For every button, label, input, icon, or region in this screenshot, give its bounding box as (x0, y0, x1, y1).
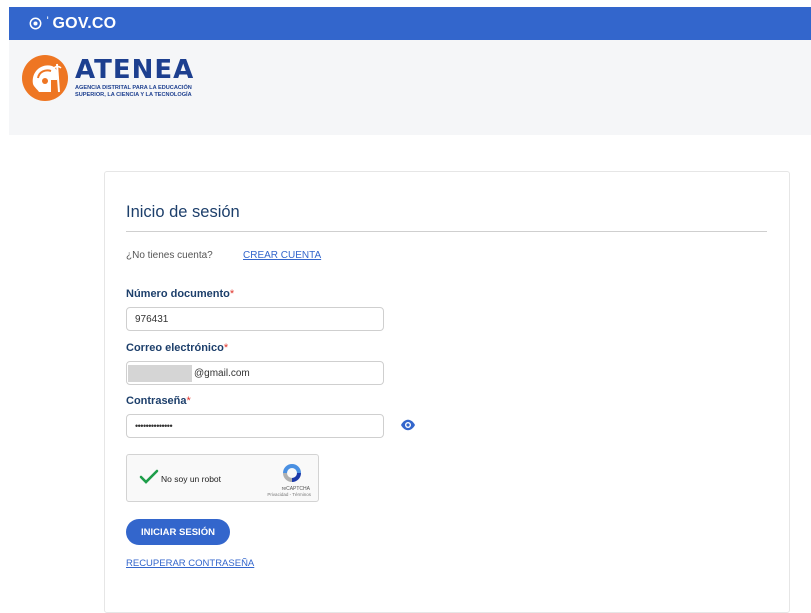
password-value: •••••••••••••• (135, 421, 173, 431)
brand-subtitle-line2: Superior, la Ciencia y la Tecnología (75, 92, 192, 98)
redacted-block (128, 364, 192, 382)
gov-separator: ˈ (45, 14, 51, 32)
required-mark: * (229, 288, 235, 300)
email-value: @gmail.com (194, 367, 250, 379)
document-input[interactable]: 976431 (126, 307, 384, 331)
atenea-helmet-icon (22, 55, 68, 101)
document-value: 976431 (135, 313, 169, 325)
email-label: Correo electrónico* (126, 342, 228, 354)
gov-co-text: GOV.CO (52, 14, 117, 32)
email-label-text: Correo electrónico (126, 342, 224, 354)
page-left-margin (0, 0, 9, 597)
password-label: Contraseña* (126, 395, 191, 407)
page-title: Inicio de sesión (126, 203, 240, 221)
recaptcha-logo-icon (283, 464, 301, 482)
required-mark: * (223, 342, 229, 354)
password-input[interactable]: •••••••••••••• (126, 414, 384, 438)
recaptcha-widget[interactable]: No soy un robot reCAPTCHA Privacidad - T… (126, 454, 319, 502)
atenea-logo[interactable]: ATENEA Agencia Distrital para la Educaci… (21, 54, 194, 102)
captcha-label: No soy un robot (161, 474, 222, 484)
checkmark-icon[interactable] (139, 469, 159, 485)
document-label-text: Número documento (126, 288, 230, 300)
create-account-link[interactable]: CREAR CUENTA (243, 250, 321, 261)
show-password-eye-icon[interactable] (400, 419, 416, 431)
login-card: Inicio de sesión ¿No tienes cuenta? CREA… (104, 171, 790, 613)
no-account-text: ¿No tienes cuenta? (126, 250, 213, 261)
login-button[interactable]: INICIAR SESIÓN (126, 519, 230, 545)
password-label-text: Contraseña (126, 395, 187, 407)
brand-name: ATENEA (75, 55, 195, 85)
gov-shield-icon (29, 17, 42, 30)
title-divider (126, 231, 767, 232)
site-header: ATENEA Agencia Distrital para la Educaci… (9, 40, 811, 135)
captcha-terms-link[interactable]: Privacidad - Términos (267, 492, 311, 497)
gov-top-bar: ˈ GOV.CO (9, 7, 811, 40)
brand-subtitle-line1: Agencia Distrital para la Educación (75, 85, 192, 91)
recover-password-link[interactable]: RECUPERAR CONTRASEÑA (126, 558, 254, 569)
document-label: Número documento* (126, 288, 234, 300)
brand-text: ATENEA Agencia Distrital para la Educaci… (75, 57, 194, 99)
required-mark: * (186, 395, 191, 407)
gov-co-logo[interactable]: ˈ GOV.CO (29, 15, 116, 33)
email-input[interactable]: @gmail.com (126, 361, 384, 385)
